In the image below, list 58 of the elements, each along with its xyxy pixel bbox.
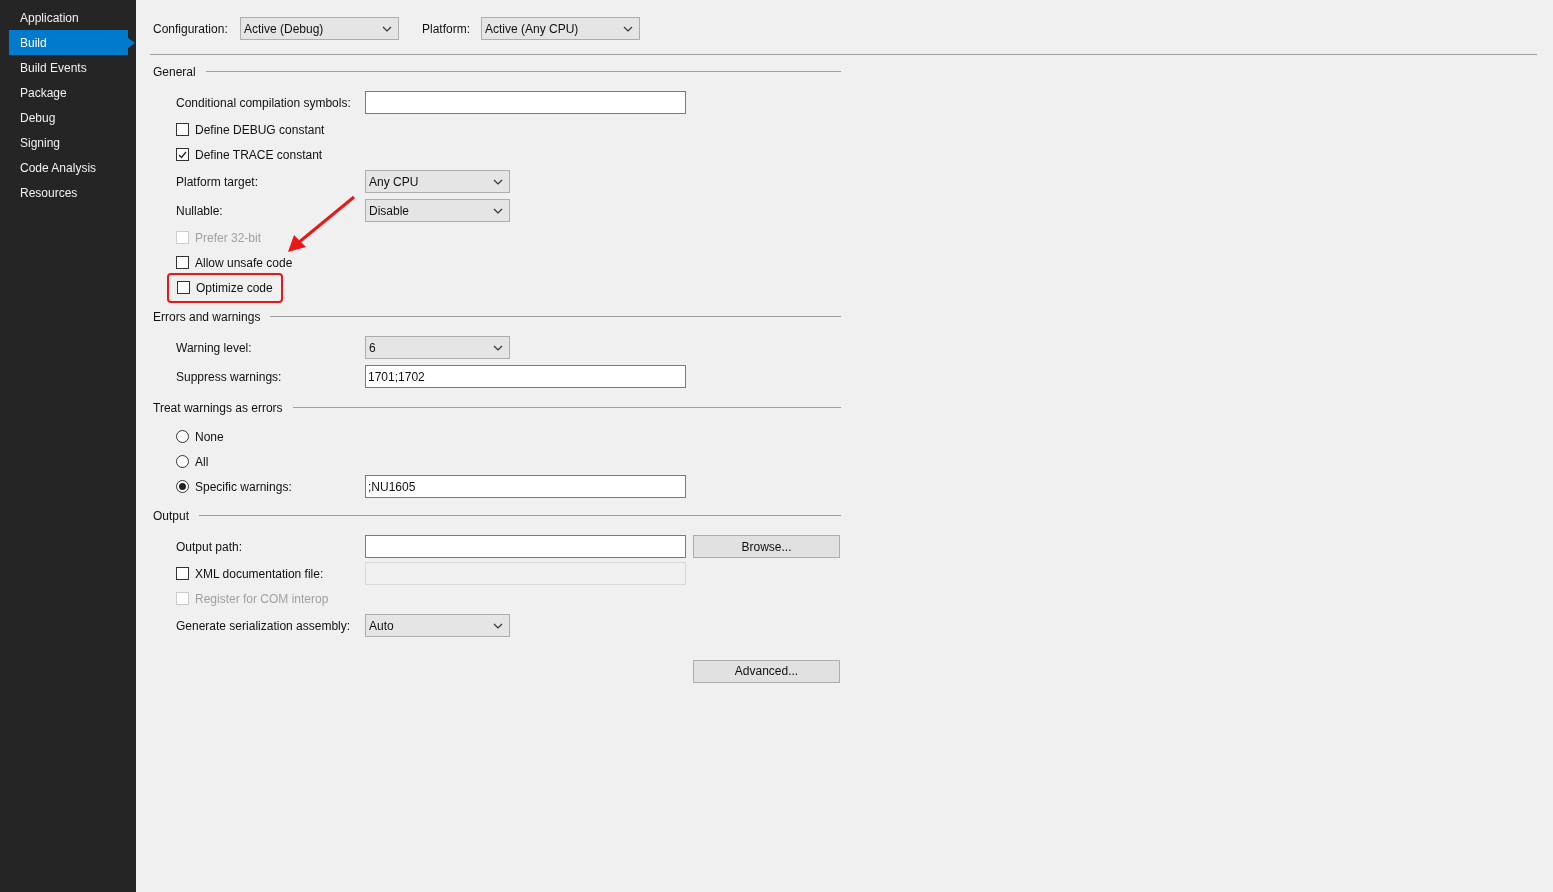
section-heading: General [153,63,197,81]
input-field[interactable] [365,535,686,558]
sidebar-item[interactable]: Application [9,5,128,30]
checkbox[interactable] [176,567,189,580]
radio-label: All [195,453,209,471]
input-field[interactable]: ;NU1605 [365,475,686,498]
checkbox[interactable] [176,148,189,161]
checkbox-label: XML documentation file: [195,565,324,583]
input-field[interactable]: 1701;1702 [365,365,686,388]
dropdown[interactable]: Auto [365,614,510,637]
checkbox-label: Optimize code [196,279,273,297]
checkbox[interactable] [177,281,190,294]
section-heading: Treat warnings as errors [153,399,284,417]
sidebar-item[interactable]: Code Analysis [9,155,128,180]
sidebar-item[interactable]: Resources [9,180,128,205]
checkbox[interactable] [176,123,189,136]
sidebar-item[interactable]: Signing [9,130,128,155]
field-label: Conditional compilation symbols: [176,94,352,112]
chevron-down-icon [623,25,633,32]
checkbox-label: Define DEBUG constant [195,121,325,139]
radio-label: Specific warnings: [195,478,292,496]
checkbox-label: Allow unsafe code [195,254,293,272]
dropdown[interactable]: Active (Debug) [240,17,399,40]
field-label: Suppress warnings: [176,368,283,386]
dropdown[interactable]: 6 [365,336,510,359]
sidebar-item[interactable]: Package [9,80,128,105]
field-label: Output path: [176,538,244,556]
checkbox-label: Define TRACE constant [195,146,323,164]
checkbox[interactable] [176,256,189,269]
input-field[interactable] [365,91,686,114]
pointer-icon [128,38,135,48]
radio-label: None [195,428,224,446]
chevron-down-icon [493,622,503,629]
dropdown[interactable]: Any CPU [365,170,510,193]
dropdown[interactable]: Disable [365,199,510,222]
section-heading: Output [153,507,191,525]
checkbox-label: Prefer 32-bit [195,229,262,247]
action-button[interactable]: Advanced... [693,659,840,683]
field-label: Generate serialization assembly: [176,617,352,635]
radio-button[interactable] [176,455,189,468]
radio-button[interactable] [176,430,189,443]
field-label: Platform target: [176,173,260,191]
sidebar-item[interactable]: Build Events [9,55,128,80]
chevron-down-icon [382,25,392,32]
radio-button[interactable] [176,480,189,493]
sidebar-item[interactable]: Debug [9,105,128,130]
chevron-down-icon [493,344,503,351]
field-label: Nullable: [176,202,224,220]
dropdown[interactable]: Active (Any CPU) [481,17,640,40]
action-button[interactable]: Browse... [693,535,840,558]
checkmark-icon [178,150,187,159]
chevron-down-icon [493,178,503,185]
checkbox-label: Register for COM interop [195,590,329,608]
toolbar-label: Configuration: [153,20,229,38]
chevron-down-icon [493,207,503,214]
field-label: Warning level: [176,339,253,357]
section-heading: Errors and warnings [153,308,262,326]
toolbar-label: Platform: [422,20,471,38]
